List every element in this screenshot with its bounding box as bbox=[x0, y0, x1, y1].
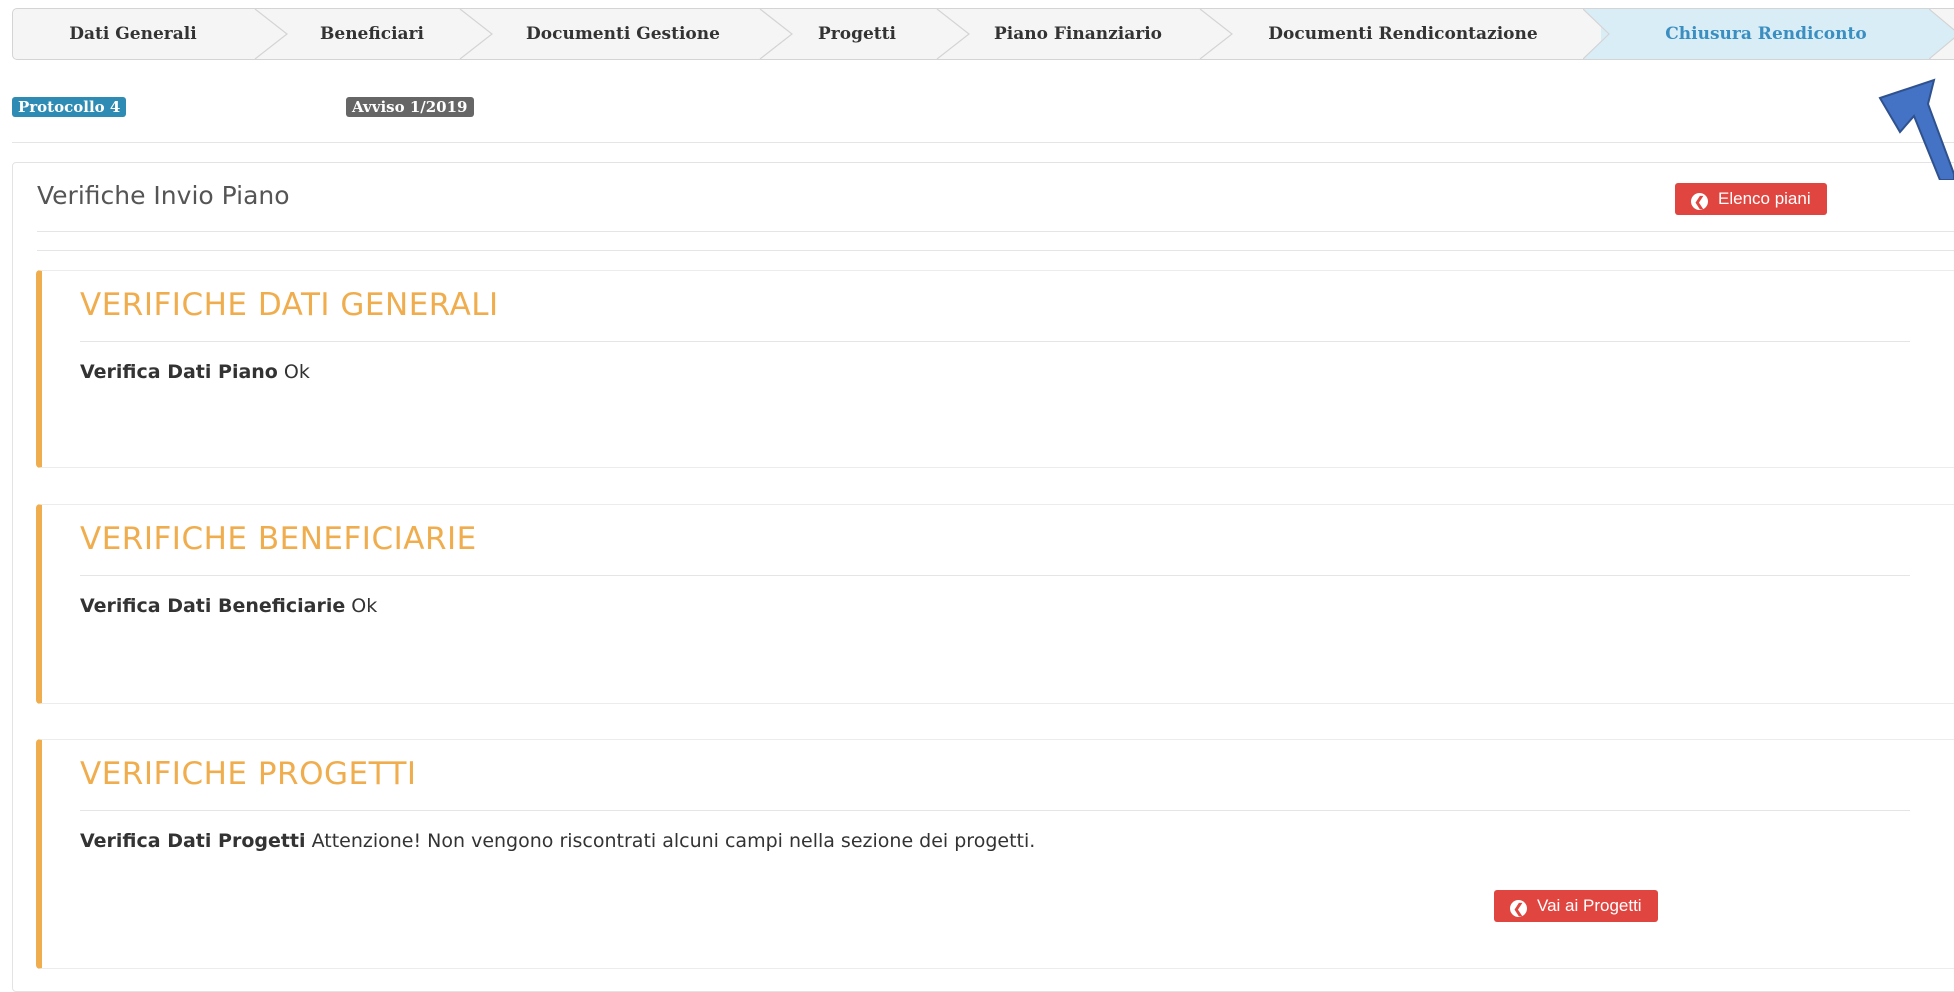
check-result: Verifica Dati Beneficiarie Ok bbox=[80, 595, 377, 617]
divider bbox=[12, 142, 1954, 143]
check-dati-generali: VERIFICHE DATI GENERALI Verifica Dati Pi… bbox=[36, 270, 1954, 468]
divider bbox=[80, 341, 1910, 342]
step-chiusura-rendiconto[interactable]: Chiusura Rendiconto bbox=[1601, 9, 1931, 59]
elenco-piani-button[interactable]: ❮ Elenco piani bbox=[1675, 183, 1827, 215]
divider bbox=[37, 250, 1954, 251]
check-heading: VERIFICHE BENEFICIARIE bbox=[80, 521, 477, 557]
vai-ai-progetti-label: Vai ai Progetti bbox=[1537, 896, 1642, 915]
check-label: Verifica Dati Progetti bbox=[80, 830, 306, 852]
step-documenti-rendicontazione[interactable]: Documenti Rendicontazione bbox=[1223, 9, 1583, 59]
check-result: Verifica Dati Progetti Attenzione! Non v… bbox=[80, 830, 1035, 852]
circle-arrow-left-icon: ❮ bbox=[1691, 193, 1708, 210]
wizard-steps: Dati Generali Beneficiari Documenti Gest… bbox=[12, 8, 1954, 60]
check-result: Verifica Dati Piano Ok bbox=[80, 361, 310, 383]
check-label: Verifica Dati Piano bbox=[80, 361, 278, 383]
check-heading: VERIFICHE DATI GENERALI bbox=[80, 287, 499, 323]
step-beneficiari[interactable]: Beneficiari bbox=[278, 9, 466, 59]
avviso-badge: Avviso 1/2019 bbox=[346, 97, 474, 117]
divider bbox=[80, 810, 1910, 811]
panel-title: Verifiche Invio Piano bbox=[37, 181, 290, 210]
vai-ai-progetti-button[interactable]: ❮ Vai ai Progetti bbox=[1494, 890, 1658, 922]
check-label: Verifica Dati Beneficiarie bbox=[80, 595, 346, 617]
check-heading: VERIFICHE PROGETTI bbox=[80, 756, 417, 792]
step-progetti[interactable]: Progetti bbox=[783, 9, 931, 59]
step-separator-active bbox=[1583, 9, 1613, 59]
step-dati-generali[interactable]: Dati Generali bbox=[13, 9, 253, 59]
circle-arrow-left-icon: ❮ bbox=[1510, 900, 1527, 917]
check-progetti: VERIFICHE PROGETTI Verifica Dati Progett… bbox=[36, 739, 1954, 969]
check-status: Attenzione! Non vengono riscontrati alcu… bbox=[311, 830, 1036, 852]
divider bbox=[80, 575, 1910, 576]
check-status: Ok bbox=[351, 595, 378, 617]
divider bbox=[37, 231, 1954, 232]
step-separator-active-end bbox=[1929, 9, 1954, 59]
pointer-arrow-icon bbox=[1878, 78, 1954, 180]
check-beneficiarie: VERIFICHE BENEFICIARIE Verifica Dati Ben… bbox=[36, 504, 1954, 704]
elenco-piani-label: Elenco piani bbox=[1718, 189, 1811, 208]
check-status: Ok bbox=[283, 361, 310, 383]
step-documenti-gestione[interactable]: Documenti Gestione bbox=[483, 9, 763, 59]
step-piano-finanziario[interactable]: Piano Finanziario bbox=[958, 9, 1198, 59]
protocol-badge: Protocollo 4 bbox=[12, 97, 127, 117]
